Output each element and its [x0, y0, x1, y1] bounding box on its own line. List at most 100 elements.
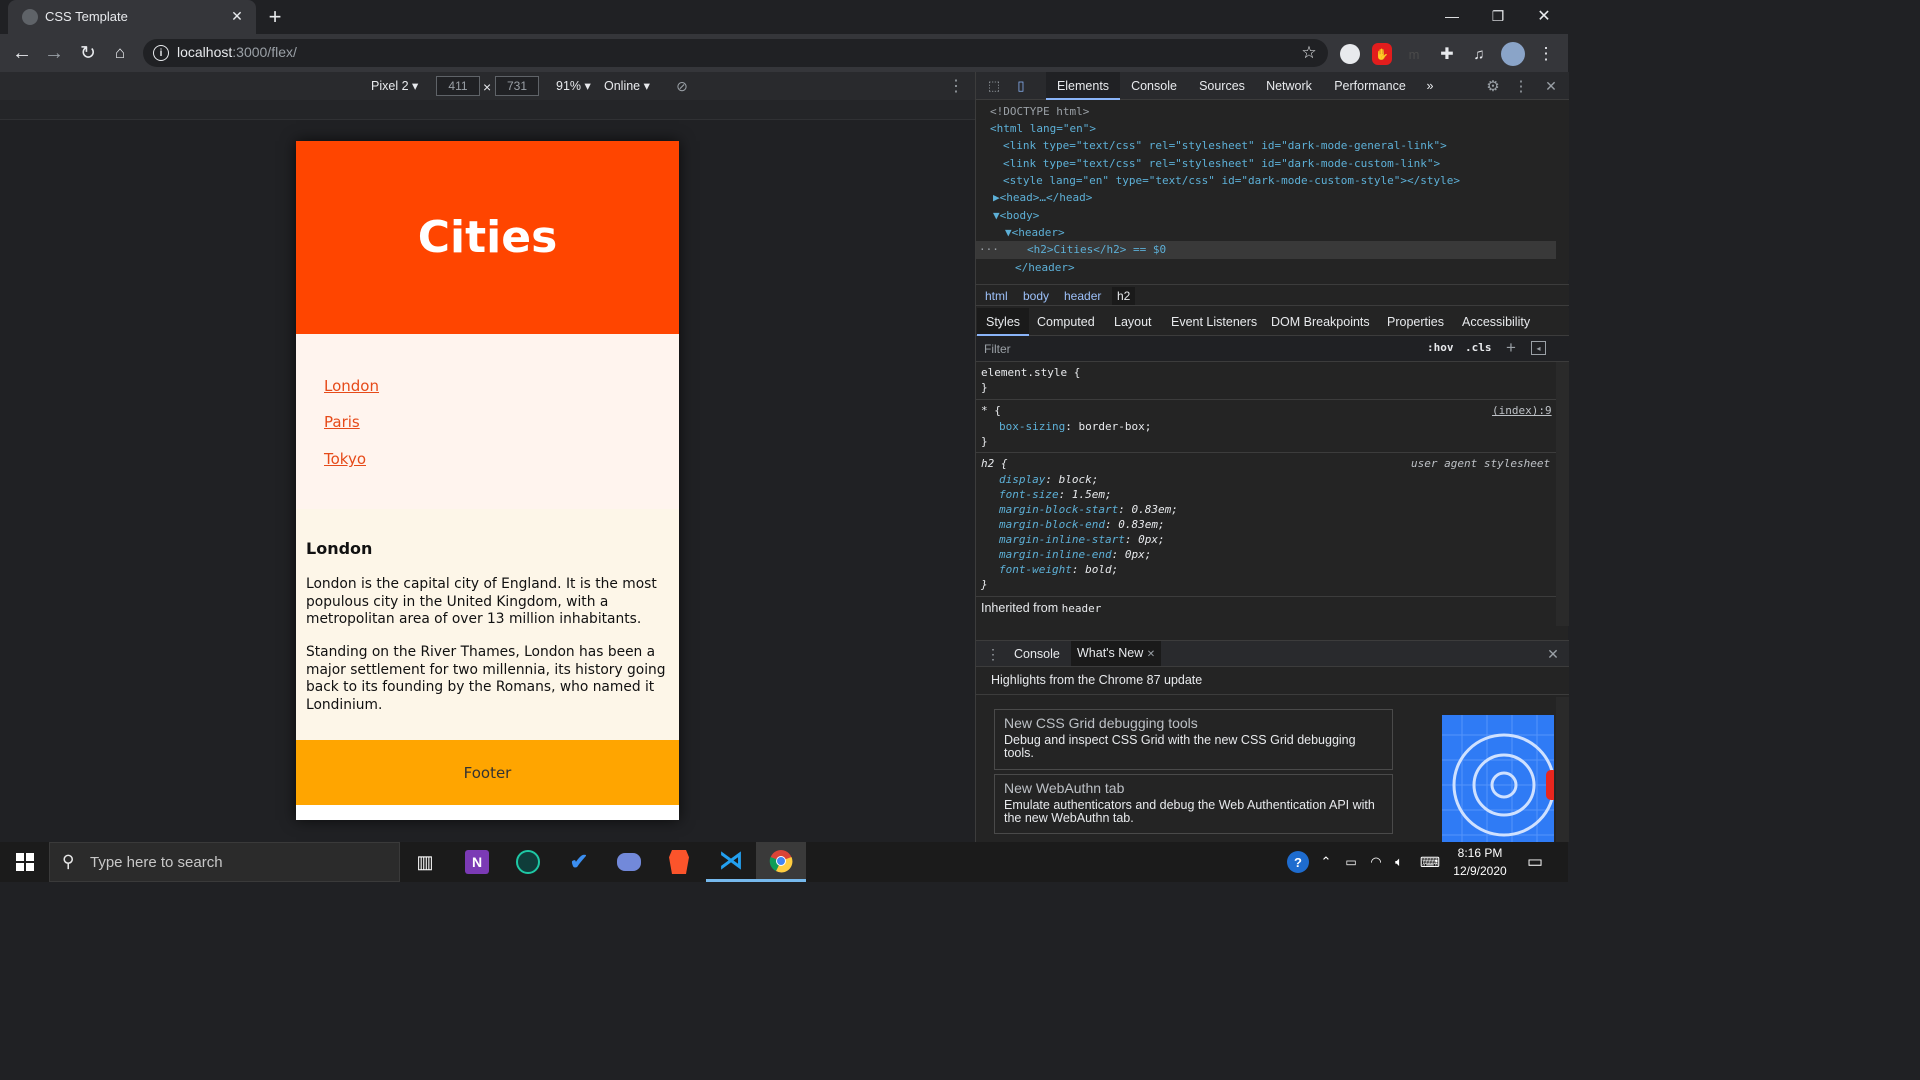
crumb-h2[interactable]: h2 [1112, 287, 1136, 305]
restore-button[interactable]: ❐ [1476, 0, 1520, 32]
show-hidden-icons-chevron[interactable]: ⌃ [1316, 852, 1336, 872]
devtools-tab-performance[interactable]: Performance [1332, 72, 1408, 100]
browser-menu-icon[interactable]: ⋮ [1536, 42, 1556, 66]
dom-line-h2[interactable]: <h2>Cities</h2> == $0 [1027, 241, 1166, 258]
address-bar[interactable]: i localhost:3000/flex/ ☆ [143, 39, 1328, 67]
windows-start-icon[interactable] [0, 842, 50, 882]
media-query-ruler[interactable] [0, 100, 975, 120]
whats-new-card[interactable]: New CSS Grid debugging tools Debug and i… [994, 709, 1393, 770]
width-input[interactable]: 411 [436, 76, 480, 96]
more-tabs-icon[interactable]: » [1422, 72, 1438, 100]
drawer-menu-icon[interactable]: ⋮ [986, 645, 1000, 663]
hov-toggle[interactable]: :hov [1427, 341, 1454, 354]
tab-layout[interactable]: Layout [1105, 308, 1161, 336]
extension-faded-icon[interactable]: m [1404, 44, 1424, 64]
bookmark-star-icon[interactable]: ☆ [1298, 42, 1320, 64]
nav-link-paris[interactable]: Paris [324, 413, 360, 431]
tab-computed[interactable]: Computed [1028, 308, 1104, 336]
nav-link-tokyo[interactable]: Tokyo [324, 450, 366, 468]
drawer-tab-console[interactable]: Console [1014, 647, 1060, 661]
dom-line-style[interactable]: <style lang="en" type="text/css" id="dar… [1003, 172, 1460, 189]
new-rule-plus-icon[interactable]: + [1503, 338, 1519, 357]
nav-link-london[interactable]: London [324, 377, 379, 395]
new-tab-button[interactable]: + [262, 4, 288, 30]
tab-dom-breakpoints[interactable]: DOM Breakpoints [1262, 308, 1379, 336]
adblock-icon[interactable]: ✋ [1372, 43, 1392, 65]
forward-icon[interactable]: → [40, 40, 68, 66]
wifi-icon[interactable]: ◠ [1366, 852, 1386, 872]
keyboard-icon[interactable]: ⌨ [1417, 852, 1443, 872]
close-whats-new-icon[interactable]: ✕ [1147, 649, 1155, 660]
vscode-icon[interactable]: ⋊ [706, 842, 756, 882]
devtools-tab-sources[interactable]: Sources [1194, 72, 1250, 100]
star-rule-source[interactable]: (index):9 [1492, 403, 1552, 418]
dom-line-link-custom[interactable]: <link type="text/css" rel="stylesheet" i… [1003, 155, 1440, 172]
reload-icon[interactable]: ↻ [74, 40, 102, 66]
element-style-selector[interactable]: element.style { [981, 365, 1080, 380]
todo-check-icon[interactable]: ✔ [554, 842, 604, 882]
styles-scrollbar[interactable] [1556, 362, 1569, 626]
tab-properties[interactable]: Properties [1378, 308, 1453, 336]
h2-rule-selector[interactable]: h2 { [981, 456, 1008, 471]
dom-line-header-close[interactable]: </header> [1015, 259, 1075, 276]
back-icon[interactable]: ← [8, 40, 36, 66]
notification-center-icon[interactable]: ▭ [1523, 850, 1547, 874]
rotate-icon[interactable]: ⊘ [673, 77, 691, 95]
chrome-icon[interactable] [756, 842, 806, 882]
tab-styles[interactable]: Styles [977, 308, 1030, 336]
devtools-tab-elements[interactable]: Elements [1046, 72, 1120, 100]
close-tab-icon[interactable]: ✕ [228, 7, 246, 25]
devtools-tab-console[interactable]: Console [1126, 72, 1182, 100]
task-view-icon[interactable]: ▥ [400, 842, 450, 882]
minimize-button[interactable]: — [1430, 0, 1474, 32]
profile-avatar[interactable] [1501, 42, 1525, 66]
dom-line-html[interactable]: <html lang="en"> [990, 120, 1096, 137]
settings-gear-icon[interactable]: ⚙ [1484, 77, 1502, 95]
zoom-select[interactable]: 91% ▾ [556, 78, 591, 93]
star-rule-selector[interactable]: * { [981, 403, 1001, 418]
dom-line-head[interactable]: ▶<head>…</head> [993, 189, 1092, 206]
home-icon[interactable]: ⌂ [106, 40, 134, 66]
whats-new-card[interactable]: New WebAuthn tab Emulate authenticators … [994, 774, 1393, 834]
close-window-button[interactable]: ✕ [1522, 0, 1566, 32]
devtools-tab-network[interactable]: Network [1260, 72, 1318, 100]
dom-ellipsis-icon[interactable]: ··· [979, 241, 999, 258]
device-toolbar-more-icon[interactable]: ⋮ [948, 76, 964, 96]
crumb-body[interactable]: body [1018, 287, 1054, 305]
whats-new-scrollbar[interactable] [1556, 697, 1569, 842]
extensions-puzzle-icon[interactable]: ✚ [1436, 43, 1458, 65]
inspect-element-icon[interactable]: ⬚ [985, 77, 1003, 95]
battery-icon[interactable]: ▭ [1341, 852, 1361, 872]
dom-line-link-general[interactable]: <link type="text/css" rel="stylesheet" i… [1003, 137, 1447, 154]
extension-dark-icon[interactable] [1340, 44, 1360, 64]
tab-event-listeners[interactable]: Event Listeners [1162, 308, 1266, 336]
star-rule-declaration[interactable]: box-sizing: border-box; [999, 419, 1151, 434]
styles-filter-input[interactable]: Filter [984, 342, 1011, 356]
help-icon[interactable]: ? [1287, 851, 1309, 873]
browser-tab[interactable]: CSS Template ✕ [8, 0, 256, 34]
volume-icon[interactable]: 🔈︎ [1389, 852, 1409, 872]
device-toggle-icon[interactable]: ▯ [1012, 77, 1030, 95]
devtools-menu-icon[interactable]: ⋮ [1514, 77, 1529, 95]
taskbar-search-box[interactable]: ⚲ Type here to search [49, 842, 400, 882]
cls-toggle[interactable]: .cls [1465, 341, 1492, 354]
dom-line-header[interactable]: ▼<header> [1005, 224, 1065, 241]
tab-accessibility[interactable]: Accessibility [1453, 308, 1539, 336]
clock[interactable]: 8:16 PM 12/9/2020 [1450, 844, 1510, 880]
network-throttle-select[interactable]: Online ▾ [604, 78, 650, 93]
device-select[interactable]: Pixel 2 ▾ [371, 78, 418, 93]
drawer-tab-whats-new[interactable]: What's New ✕ [1071, 641, 1162, 666]
close-devtools-icon[interactable]: ✕ [1542, 77, 1560, 95]
discord-icon[interactable] [604, 842, 654, 882]
crumb-header[interactable]: header [1059, 287, 1106, 305]
inherited-element[interactable]: header [1062, 602, 1102, 615]
height-input[interactable]: 731 [495, 76, 539, 96]
dom-line-doctype[interactable]: <!DOCTYPE html> [990, 103, 1089, 120]
dom-line-body[interactable]: ▼<body> [993, 207, 1039, 224]
crumb-html[interactable]: html [980, 287, 1013, 305]
brave-icon[interactable] [654, 842, 704, 882]
media-control-icon[interactable]: ♫ [1468, 43, 1490, 65]
gitkraken-icon[interactable] [503, 842, 553, 882]
onenote-icon[interactable]: N [452, 842, 502, 882]
toggle-sidebar-icon[interactable]: ◂ [1531, 341, 1546, 355]
